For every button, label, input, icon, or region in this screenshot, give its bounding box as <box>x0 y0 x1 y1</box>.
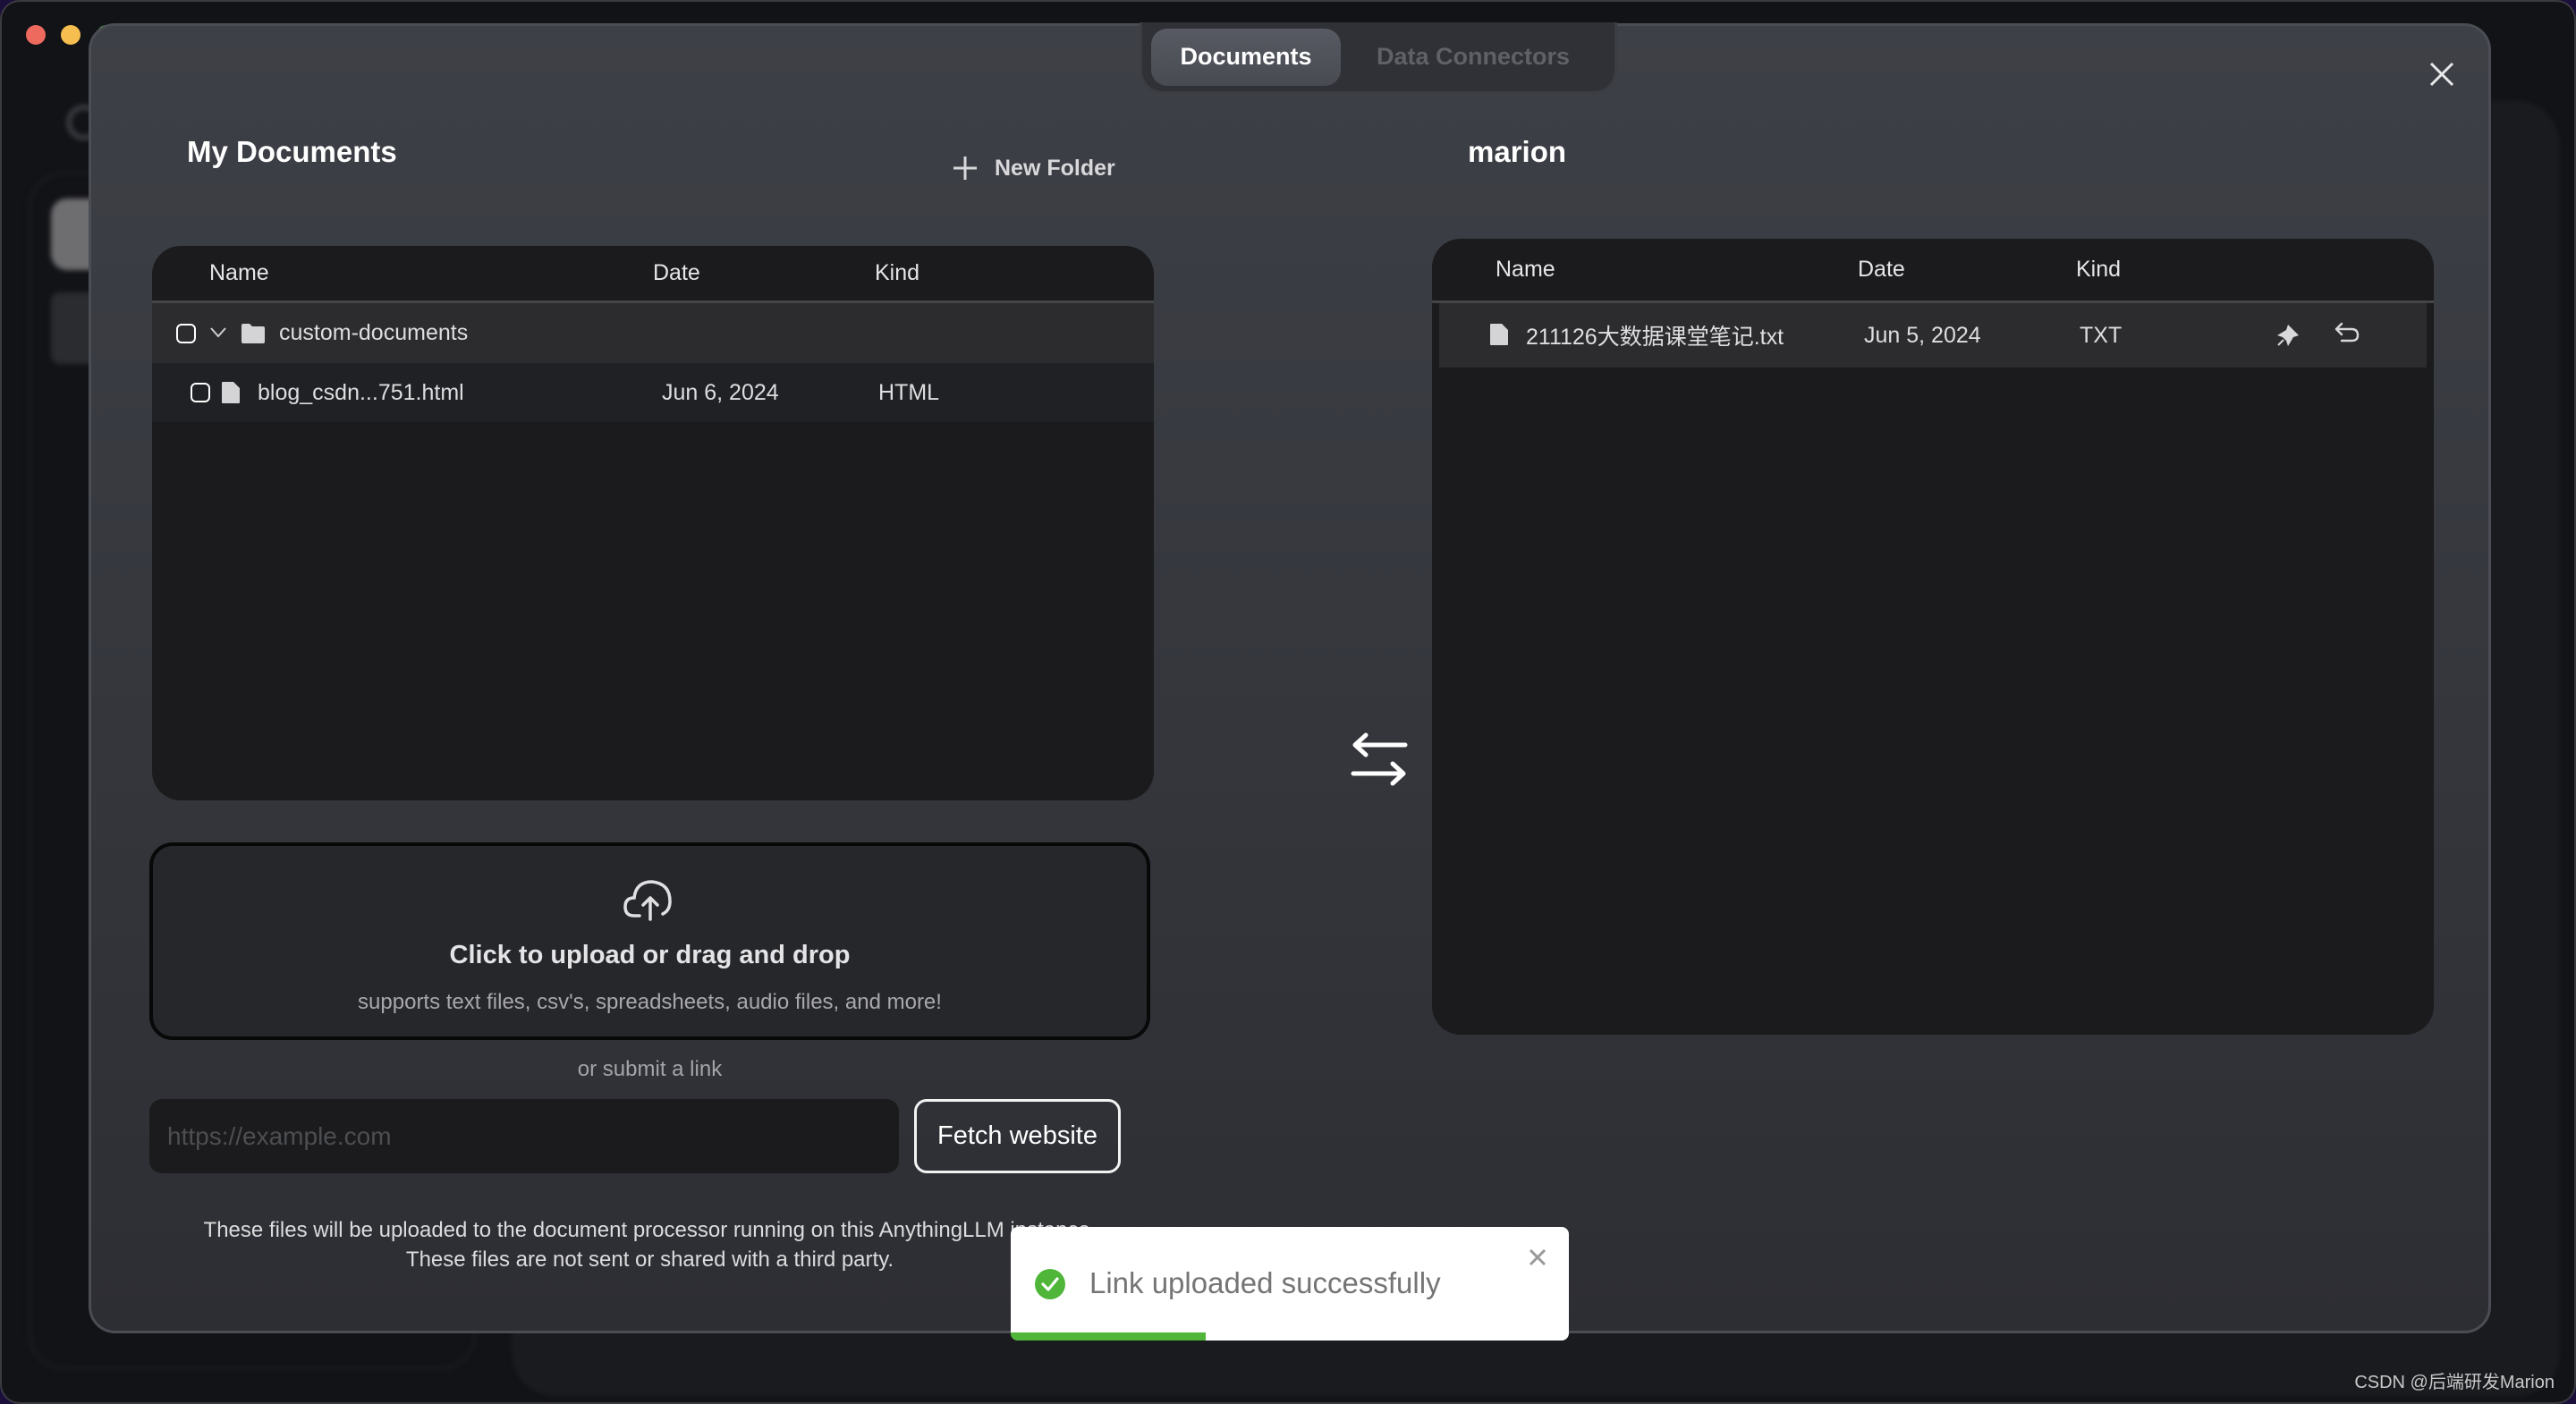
toast-progress-fill <box>1011 1332 1207 1341</box>
undo-remove-icon[interactable] <box>2334 321 2360 346</box>
workspace-title: marion <box>1468 135 1567 168</box>
column-kind: Kind <box>875 260 920 285</box>
tab-documents[interactable]: Documents <box>1151 28 1341 86</box>
my-documents-title: My Documents <box>187 135 397 168</box>
file-kind: HTML <box>878 379 940 405</box>
my-documents-table: Name Date Kind custom-documents blog_csd… <box>152 246 1154 800</box>
toast-close-icon[interactable] <box>1527 1247 1548 1268</box>
window-minimize-button[interactable] <box>61 25 80 45</box>
toast-notification: Link uploaded successfully <box>1011 1227 1569 1341</box>
close-icon[interactable] <box>2424 56 2460 92</box>
workspace-documents-table: Name Date Kind 211126大数据课堂笔记.txt Jun 5, … <box>1432 239 2434 1035</box>
upload-privacy-note: These files will be uploaded to the docu… <box>149 1215 1150 1274</box>
watermark: CSDN @后端研发Marion <box>2354 1373 2555 1392</box>
file-row[interactable]: blog_csdn...751.html Jun 6, 2024 HTML <box>152 363 1154 422</box>
modal-tabs: Documents Data Connectors <box>1140 22 1617 94</box>
table-header: Name Date Kind <box>152 246 1154 303</box>
table-header: Name Date Kind <box>1432 239 2434 303</box>
check-circle-icon <box>1035 1269 1065 1299</box>
toast-message: Link uploaded successfully <box>1089 1266 1441 1299</box>
move-documents-icon[interactable] <box>1348 732 1411 795</box>
file-date: Jun 5, 2024 <box>1864 322 1981 348</box>
folder-row[interactable]: custom-documents <box>152 303 1154 363</box>
app-window: Documents Data Connectors My Documents N… <box>0 0 2576 1404</box>
column-name: Name <box>1496 257 1555 282</box>
window-close-button[interactable] <box>26 25 46 45</box>
folder-icon <box>242 324 265 343</box>
cloud-upload-icon <box>623 880 672 921</box>
column-date: Date <box>1858 257 1905 282</box>
file-name: blog_csdn...751.html <box>258 379 464 405</box>
file-name: 211126大数据课堂笔记.txt <box>1526 325 1784 350</box>
file-icon <box>222 382 240 403</box>
pin-icon[interactable] <box>2275 323 2301 348</box>
upload-dropzone[interactable]: Click to upload or drag and drop support… <box>149 842 1150 1040</box>
note-line-1: These files will be uploaded to the docu… <box>203 1218 1097 1242</box>
file-date: Jun 6, 2024 <box>662 379 779 405</box>
file-kind: TXT <box>2080 322 2123 348</box>
column-name: Name <box>209 260 269 285</box>
workspace-file-row[interactable]: 211126大数据课堂笔记.txt Jun 5, 2024 TXT <box>1439 303 2427 368</box>
folder-name: custom-documents <box>279 320 469 345</box>
file-icon <box>1490 324 1508 345</box>
tab-data-connectors[interactable]: Data Connectors <box>1341 29 1606 86</box>
toast-progress-bar <box>1011 1332 1569 1341</box>
file-checkbox[interactable] <box>191 383 210 402</box>
column-kind: Kind <box>2076 257 2122 282</box>
chevron-down-icon[interactable] <box>209 326 227 339</box>
note-line-2: These files are not sent or shared with … <box>405 1248 894 1272</box>
new-folder-label: New Folder <box>995 155 1115 181</box>
fetch-website-button[interactable]: Fetch website <box>914 1099 1121 1173</box>
upload-subtitle: supports text files, csv's, spreadsheets… <box>358 990 942 1014</box>
upload-title: Click to upload or drag and drop <box>449 941 851 969</box>
new-folder-button[interactable]: New Folder <box>952 155 1115 182</box>
or-submit-link-label: or submit a link <box>577 1057 723 1081</box>
plus-icon <box>953 156 977 180</box>
url-input[interactable] <box>149 1099 899 1173</box>
column-date: Date <box>653 260 700 285</box>
folder-checkbox[interactable] <box>176 323 196 343</box>
